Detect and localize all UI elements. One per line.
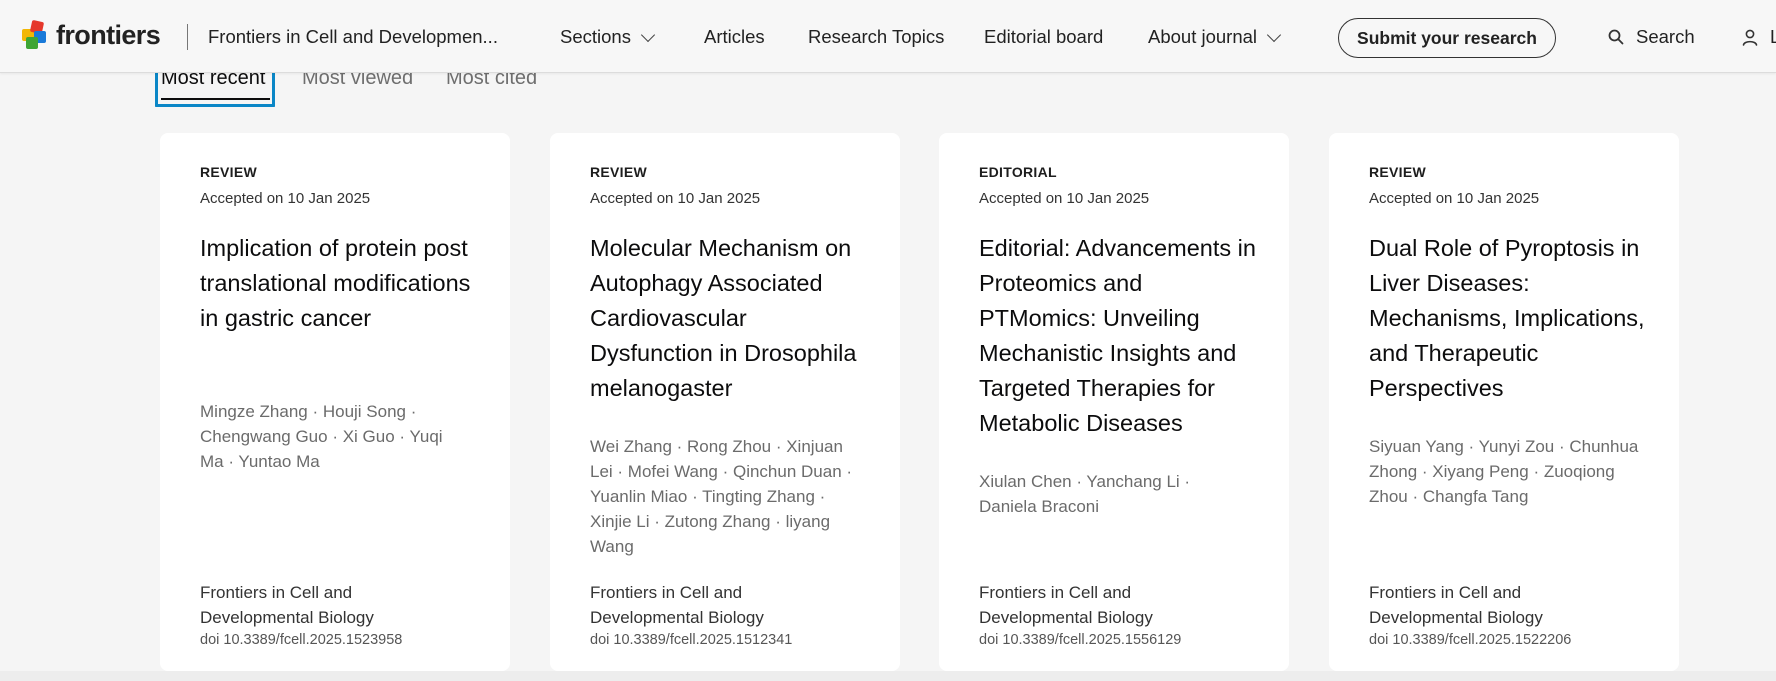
journal-name-link[interactable]: Frontiers in Cell and Developmen... — [208, 26, 498, 48]
article-doi: doi 10.3389/fcell.2025.1523958 — [200, 632, 403, 648]
journal-name: Frontiers in Cell and Developmental Biol… — [590, 583, 764, 627]
article-doi: doi 10.3389/fcell.2025.1556129 — [979, 632, 1182, 648]
nav-articles[interactable]: Articles — [704, 26, 765, 48]
nav-research-topics-label: Research Topics — [808, 26, 945, 47]
nav-sections[interactable]: Sections — [560, 26, 656, 48]
active-tab-underline — [161, 98, 270, 100]
accepted-date: Accepted on 10 Jan 2025 — [1369, 190, 1540, 207]
frontiers-logo[interactable]: frontiers — [22, 18, 161, 52]
article-card[interactable]: REVIEW Accepted on 10 Jan 2025 Molecular… — [550, 133, 900, 671]
article-title[interactable]: Implication of protein post translationa… — [200, 231, 485, 336]
article-authors: Siyuan Yang · Yunyi Zou · Chunhua Zhong … — [1369, 437, 1639, 506]
search-button[interactable]: Search — [1608, 26, 1695, 48]
user-icon — [1742, 29, 1758, 46]
journal-name: Frontiers in Cell and Developmental Biol… — [979, 583, 1153, 627]
nav-editorial-board[interactable]: Editorial board — [984, 26, 1103, 48]
login-label: L — [1770, 26, 1776, 47]
nav-research-topics[interactable]: Research Topics — [808, 26, 944, 48]
search-label: Search — [1636, 26, 1695, 47]
page-bottom-strip — [0, 671, 1776, 681]
journal-name: Frontiers in Cell and Developmental Biol… — [1369, 583, 1543, 627]
article-card[interactable]: EDITORIAL Accepted on 10 Jan 2025 Editor… — [939, 133, 1289, 671]
chevron-down-icon — [1266, 27, 1282, 42]
article-authors: Wei Zhang · Rong Zhou · Xinjuan Lei · Mo… — [590, 437, 853, 556]
nav-articles-label: Articles — [704, 26, 765, 47]
submit-research-button[interactable]: Submit your research — [1338, 18, 1556, 58]
nav-about-journal[interactable]: About journal — [1148, 26, 1282, 48]
nav-sections-label: Sections — [560, 26, 631, 47]
header-divider — [187, 24, 188, 50]
article-type: REVIEW — [200, 164, 258, 180]
article-title[interactable]: Editorial: Advancements in Proteomics an… — [979, 231, 1264, 441]
article-type: EDITORIAL — [979, 164, 1057, 180]
nav-editorial-board-label: Editorial board — [984, 26, 1104, 47]
article-doi: doi 10.3389/fcell.2025.1512341 — [590, 632, 793, 648]
article-title[interactable]: Molecular Mechanism on Autophagy Associa… — [590, 231, 875, 406]
nav-about-journal-label: About journal — [1148, 26, 1258, 47]
article-type: REVIEW — [1369, 164, 1427, 180]
article-card[interactable]: REVIEW Accepted on 10 Jan 2025 Dual Role… — [1329, 133, 1679, 671]
accepted-date: Accepted on 10 Jan 2025 — [979, 190, 1150, 207]
accepted-date: Accepted on 10 Jan 2025 — [590, 190, 761, 207]
article-doi: doi 10.3389/fcell.2025.1522206 — [1369, 632, 1572, 648]
article-authors: Xiulan Chen · Yanchang Li · Daniela Brac… — [979, 472, 1191, 516]
site-header: frontiers Frontiers in Cell and Developm… — [0, 0, 1776, 73]
article-card[interactable]: REVIEW Accepted on 10 Jan 2025 Implicati… — [160, 133, 510, 671]
chevron-down-icon — [640, 27, 656, 42]
login-button[interactable]: L — [1742, 26, 1776, 48]
frontiers-logo-icon — [22, 19, 50, 50]
article-type: REVIEW — [590, 164, 648, 180]
search-icon — [1608, 29, 1624, 45]
article-title[interactable]: Dual Role of Pyroptosis in Liver Disease… — [1369, 231, 1654, 406]
logo-text: frontiers — [56, 19, 161, 50]
article-authors: Mingze Zhang · Houji Song · Chengwang Gu… — [200, 402, 443, 471]
journal-name: Frontiers in Cell and Developmental Biol… — [200, 583, 374, 627]
accepted-date: Accepted on 10 Jan 2025 — [200, 190, 371, 207]
